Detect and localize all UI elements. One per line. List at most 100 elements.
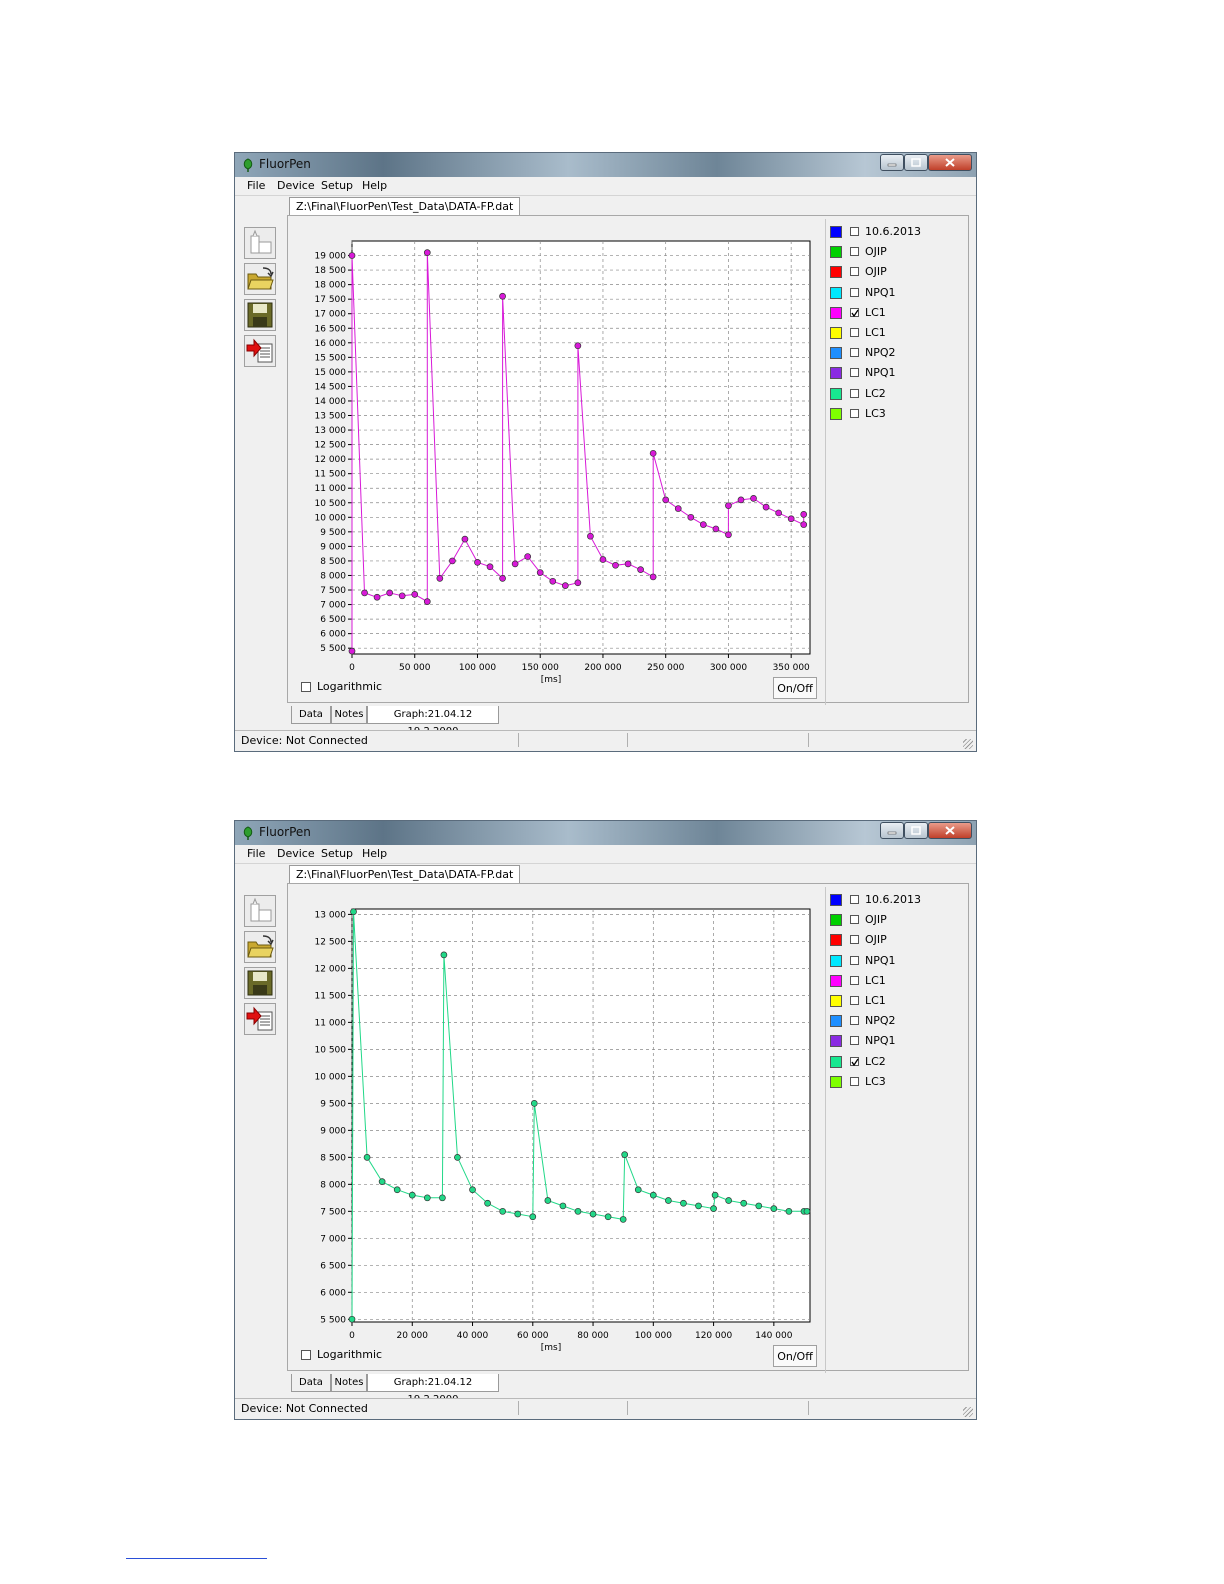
legend-color-swatch [830, 1035, 842, 1048]
title-bar[interactable]: FluorPen [235, 153, 976, 177]
x-tick-label: 50 000 [399, 663, 431, 673]
y-tick-label: 10 000 [315, 513, 347, 523]
legend-checkbox[interactable] [850, 267, 859, 277]
menu-help[interactable]: Help [362, 847, 387, 860]
legend-checkbox[interactable] [850, 408, 859, 418]
y-tick-label: 6 000 [320, 1288, 346, 1298]
data-point [589, 1210, 597, 1218]
tab-graph[interactable]: Graph:21.04.12 19.2.2000 [367, 1374, 499, 1405]
legend-checkbox[interactable] [850, 996, 859, 1005]
resize-grip[interactable] [963, 739, 973, 749]
close-button[interactable] [928, 154, 972, 171]
menu-device[interactable]: Device [277, 847, 315, 860]
legend-label: LC2 [865, 1054, 886, 1068]
status-bar: Device: Not Connected [235, 1398, 976, 1419]
x-axis-label: [ms] [541, 675, 561, 683]
title-bar[interactable]: FluorPen [235, 821, 976, 845]
data-point [725, 1197, 732, 1204]
legend-checkbox[interactable] [850, 368, 859, 378]
save-button[interactable] [244, 967, 276, 999]
window-title: FluorPen [259, 825, 311, 839]
menu-file[interactable]: File [247, 847, 265, 860]
legend-checkbox[interactable] [850, 348, 859, 358]
legend-checkbox[interactable] [850, 307, 859, 317]
data-point [574, 1207, 582, 1215]
export-button[interactable] [244, 1003, 276, 1035]
y-tick-label: 10 500 [315, 499, 347, 509]
legend-checkbox[interactable] [850, 388, 859, 398]
minimize-button[interactable] [880, 154, 904, 171]
logarithmic-checkbox[interactable] [301, 1350, 311, 1360]
file-path-tab[interactable]: Z:\Final\FluorPen\Test_Data\DATA-FP.dat [289, 197, 521, 216]
x-tick-label: 0 [349, 1331, 355, 1341]
minimize-button[interactable] [880, 822, 904, 839]
legend-checkbox[interactable] [850, 247, 859, 257]
tab-graph[interactable]: Graph:21.04.12 19.2.2000 [367, 706, 499, 737]
device-button[interactable] [244, 227, 276, 259]
logarithmic-checkbox[interactable] [301, 682, 311, 692]
menu-help[interactable]: Help [362, 179, 387, 192]
legend-checkbox[interactable] [850, 1016, 859, 1026]
data-point [787, 515, 795, 523]
open-button[interactable] [244, 931, 276, 963]
legend-checkbox[interactable] [850, 1076, 859, 1086]
y-tick-label: 13 000 [315, 910, 347, 920]
data-point [680, 1199, 687, 1207]
data-point [803, 1207, 811, 1215]
on-off-button[interactable]: On/Off [773, 677, 817, 699]
y-tick-label: 11 000 [315, 484, 347, 494]
tab-data[interactable]: Data [291, 1374, 331, 1392]
menu-device[interactable]: Device [277, 179, 315, 192]
legend-label: NPQ1 [865, 1034, 896, 1048]
menu-setup[interactable]: Setup [321, 847, 353, 860]
on-off-button[interactable]: On/Off [773, 1345, 817, 1367]
resize-grip[interactable] [963, 1407, 973, 1417]
data-point [599, 556, 607, 563]
data-point [665, 1197, 672, 1204]
y-tick-label: 16 000 [315, 339, 347, 349]
data-point [361, 589, 368, 597]
status-text: Device: Not Connected [241, 1402, 368, 1415]
legend-label: OJIP [865, 245, 887, 259]
legend-checkbox[interactable] [850, 895, 859, 904]
y-tick-label: 18 500 [315, 266, 347, 276]
y-tick-label: 5 500 [320, 1315, 346, 1325]
file-path-tab[interactable]: Z:\Final\FluorPen\Test_Data\DATA-FP.dat [289, 865, 521, 884]
maximize-button[interactable] [904, 154, 928, 171]
data-point [785, 1207, 793, 1215]
data-point [499, 575, 506, 582]
data-point [621, 1151, 629, 1158]
legend-label: 10.6.2013 [865, 225, 921, 238]
data-point [393, 1186, 401, 1194]
data-point [348, 1315, 356, 1323]
legend-checkbox[interactable] [850, 328, 859, 337]
tab-notes[interactable]: Notes [331, 706, 367, 724]
close-button[interactable] [928, 822, 972, 839]
device-button[interactable] [244, 895, 276, 927]
tab-notes[interactable]: Notes [331, 1374, 367, 1392]
legend-checkbox[interactable] [850, 915, 859, 925]
y-tick-label: 8 000 [320, 571, 346, 581]
legend-checkbox[interactable] [850, 1036, 859, 1046]
y-tick-label: 12 500 [315, 441, 347, 451]
legend-checkbox[interactable] [850, 227, 859, 236]
data-point [511, 560, 519, 568]
legend-checkbox[interactable] [850, 955, 859, 965]
menu-setup[interactable]: Setup [321, 179, 353, 192]
legend-checkbox[interactable] [850, 287, 859, 297]
open-button[interactable] [244, 263, 276, 295]
data-point [378, 1178, 386, 1185]
tab-data[interactable]: Data [291, 706, 331, 724]
legend-checkbox[interactable] [850, 975, 859, 985]
export-button[interactable] [244, 335, 276, 367]
data-point [604, 1213, 612, 1221]
legend-checkbox[interactable] [850, 1056, 859, 1066]
menu-file[interactable]: File [247, 179, 265, 192]
y-tick-label: 13 500 [315, 412, 347, 422]
y-tick-label: 11 000 [315, 1018, 347, 1028]
save-button[interactable] [244, 299, 276, 331]
legend-checkbox[interactable] [850, 935, 859, 945]
maximize-button[interactable] [904, 822, 928, 839]
data-point [649, 449, 657, 457]
data-point [770, 1205, 778, 1212]
